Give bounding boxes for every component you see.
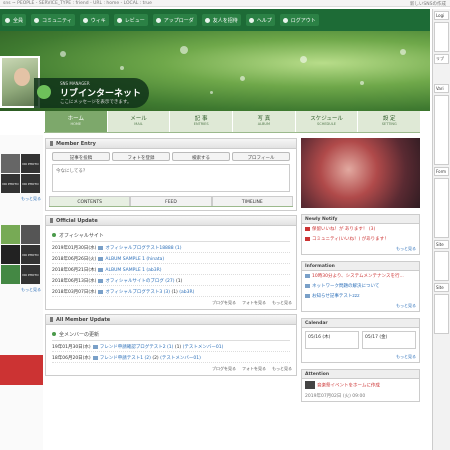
member-entry-box: Member Entry 記事を投稿 フォトを登録 検索する プロフィール 今な…	[45, 138, 297, 211]
all-member-update-title: All Member Update	[56, 317, 111, 323]
list-item[interactable]: 18年06月20日(水) フレンド申請テスト1 (2) (2) (テストメンバー0…	[52, 352, 290, 363]
list-item[interactable]: 2018年06月13日(水) オフィシャルサイトのブログ (27) (1)	[52, 275, 290, 286]
view-blog-link[interactable]: ブログを見る	[212, 300, 236, 305]
community-thumb[interactable]	[21, 225, 40, 244]
calendar-more-link[interactable]: もっと見る	[302, 352, 419, 362]
nav-community[interactable]: コミュニティ	[31, 14, 75, 26]
official-update-title: Official Update	[56, 218, 98, 224]
site-logo-icon	[37, 85, 51, 99]
list-item[interactable]: 2018年06月26日(火) ALBUM SAMPLE 1 (hinata)	[52, 253, 290, 264]
tab-feed[interactable]: FEED	[130, 196, 212, 206]
friend-thumb[interactable]: NO PHOTO	[1, 174, 20, 193]
upload-icon	[155, 17, 161, 23]
friend-thumb[interactable]: NO PHOTO	[21, 154, 40, 173]
more-link[interactable]: もっと見る	[272, 300, 292, 305]
nav-uploader[interactable]: アップローダ	[152, 14, 197, 26]
notify-box: Newly Notify 保留いいね！が あります！ (3) コミュニティ(いい…	[301, 214, 420, 255]
alert-icon	[305, 236, 310, 241]
information-box: Information 10時30分より、システムメンテナンスを行... ネット…	[301, 261, 420, 312]
post-entry-button[interactable]: 記事を投稿	[52, 152, 110, 161]
member-entry-title: Member Entry	[56, 141, 96, 147]
info-item[interactable]: お知らせ記事テストzzz	[302, 291, 419, 301]
attention-item[interactable]: 音楽祭イベントをホームに作成	[302, 379, 419, 391]
middle-column: Newly Notify 保留いいね！が あります！ (3) コミュニティ(いい…	[301, 138, 420, 402]
community-icon	[34, 17, 40, 23]
calendar-day[interactable]: 05/17 (金)	[362, 331, 416, 349]
nav-review[interactable]: レビュー	[113, 14, 148, 26]
logout-icon	[282, 17, 288, 23]
ad-banner[interactable]	[0, 355, 43, 385]
view-blog-link[interactable]: ブログを見る	[212, 366, 236, 371]
info-item[interactable]: ネットワーク問題の解決について	[302, 281, 419, 291]
attention-box: Attention 音楽祭イベントをホームに作成 2019年07月02日 (火)…	[301, 369, 420, 402]
calendar-box: Calendar 05/16 (木) 05/17 (金) もっと見る	[301, 318, 420, 363]
list-item[interactable]: 2018年03月07日(水) オフィシャルブログテスト3 (3) (1) (ab3…	[52, 286, 290, 297]
community-thumb[interactable]: NO PHOTO	[21, 245, 40, 264]
all-member-update-box: All Member Update 全メンバーの更新 19年01月30日(水) フ…	[45, 314, 297, 376]
info-more-link[interactable]: もっと見る	[302, 301, 419, 311]
nav-invite[interactable]: 友人を招待	[201, 14, 241, 26]
info-item[interactable]: 10時30分より、システムメンテナンスを行...	[302, 271, 419, 281]
nav-logout[interactable]: ログアウト	[279, 14, 319, 26]
communities-more-link[interactable]: もっと見る	[0, 285, 43, 295]
global-nav: 全員 コミュニティ ウィキ レビュー アップローダ 友人を招待 ヘルプ ログアウ…	[0, 9, 430, 31]
right-column: Logi リブ Vari Form Site Site	[432, 9, 450, 450]
community-thumb[interactable]	[1, 265, 20, 284]
wiki-icon	[82, 17, 88, 23]
search-button[interactable]: 検索する	[172, 152, 230, 161]
calendar-day[interactable]: 05/16 (木)	[305, 331, 359, 349]
tab-home[interactable]: ホーム HOME	[44, 111, 107, 132]
community-thumb[interactable]	[1, 225, 20, 244]
var-list	[434, 95, 449, 165]
view-photo-link[interactable]: フォトを見る	[242, 366, 266, 371]
user-card[interactable]	[434, 22, 449, 52]
friends-more-link[interactable]: もっと見る	[0, 194, 43, 204]
invite-icon	[204, 17, 210, 23]
main-column: Member Entry 記事を投稿 フォトを登録 検索する プロフィール 今な…	[45, 138, 297, 380]
profile-button[interactable]: プロフィール	[232, 152, 290, 161]
site-title: リブインターネット	[60, 89, 142, 99]
form-list	[434, 178, 449, 238]
tab-setting[interactable]: 設 定 SETTING	[357, 111, 420, 132]
main-tabs: ホーム HOME メール MAIL 記 事 ENTRIES 写 真 ALBUM スケジュ…	[44, 111, 420, 133]
friend-thumb[interactable]	[1, 154, 20, 173]
nav-home[interactable]: 全員	[2, 14, 27, 26]
site-message: ここにメッセージを表示できます。	[60, 100, 132, 105]
status-input[interactable]: 今なにしてる？	[52, 164, 290, 192]
tab-entries[interactable]: 記 事 ENTRIES	[169, 111, 232, 132]
site-list	[434, 251, 449, 281]
notify-item[interactable]: コミュニティ(いいね！) があります！	[302, 234, 419, 244]
alert-icon	[305, 226, 310, 231]
notify-item[interactable]: 保留いいね！が あります！ (3)	[302, 224, 419, 234]
tab-album[interactable]: 写 真 ALBUM	[232, 111, 295, 132]
list-item[interactable]: 2019年01月30日(水) オフィシャルブログテスト18888 (1)	[52, 242, 290, 253]
debug-info: sns ~ PEOPLE - SERVICE_TYPE : friend - U…	[3, 1, 152, 6]
view-photo-link[interactable]: フォトを見る	[242, 300, 266, 305]
left-column: NO PHOTO NO PHOTO NO PHOTO もっと見る NO PHOT…	[0, 135, 43, 450]
nav-help[interactable]: ヘルプ	[245, 14, 275, 26]
site-title-box: SNS MANAGER リブインターネット ここにメッセージを表示できます。	[34, 78, 149, 108]
tab-timeline[interactable]: TIMELINE	[211, 196, 293, 206]
notify-more-link[interactable]: もっと見る	[302, 244, 419, 254]
debug-bar: sns ~ PEOPLE - SERVICE_TYPE : friend - U…	[0, 0, 450, 7]
list-item[interactable]: 2018年06月21日(木) ALBUM SAMPLE 1 (ab3R)	[52, 264, 290, 275]
tab-schedule[interactable]: スケジュール SCHEDULE	[294, 111, 358, 132]
login-box: Logi	[434, 11, 449, 20]
community-thumb[interactable]: NO PHOTO	[21, 265, 40, 284]
tab-contents[interactable]: CONTENTS	[49, 196, 131, 206]
tab-mail[interactable]: メール MAIL	[106, 111, 170, 132]
community-thumb[interactable]	[1, 245, 20, 264]
site-list-2	[434, 294, 449, 334]
review-icon	[116, 17, 122, 23]
list-item[interactable]: 19年01月30日(水) フレンド申請確認ブログテスト2 (1) (1) (テスト…	[52, 341, 290, 352]
upload-photo-button[interactable]: フォトを登録	[112, 152, 170, 161]
help-icon	[248, 17, 254, 23]
official-update-box: Official Update オフィシャルサイト 2019年01月30日(水)…	[45, 215, 297, 310]
more-link[interactable]: もっと見る	[272, 366, 292, 371]
home-icon	[5, 17, 10, 23]
member-photo[interactable]	[301, 138, 420, 208]
nav-wiki[interactable]: ウィキ	[79, 14, 109, 26]
friend-thumb[interactable]: NO PHOTO	[21, 174, 40, 193]
create-sns-link[interactable]: 新しいSNSの作成	[410, 1, 446, 6]
